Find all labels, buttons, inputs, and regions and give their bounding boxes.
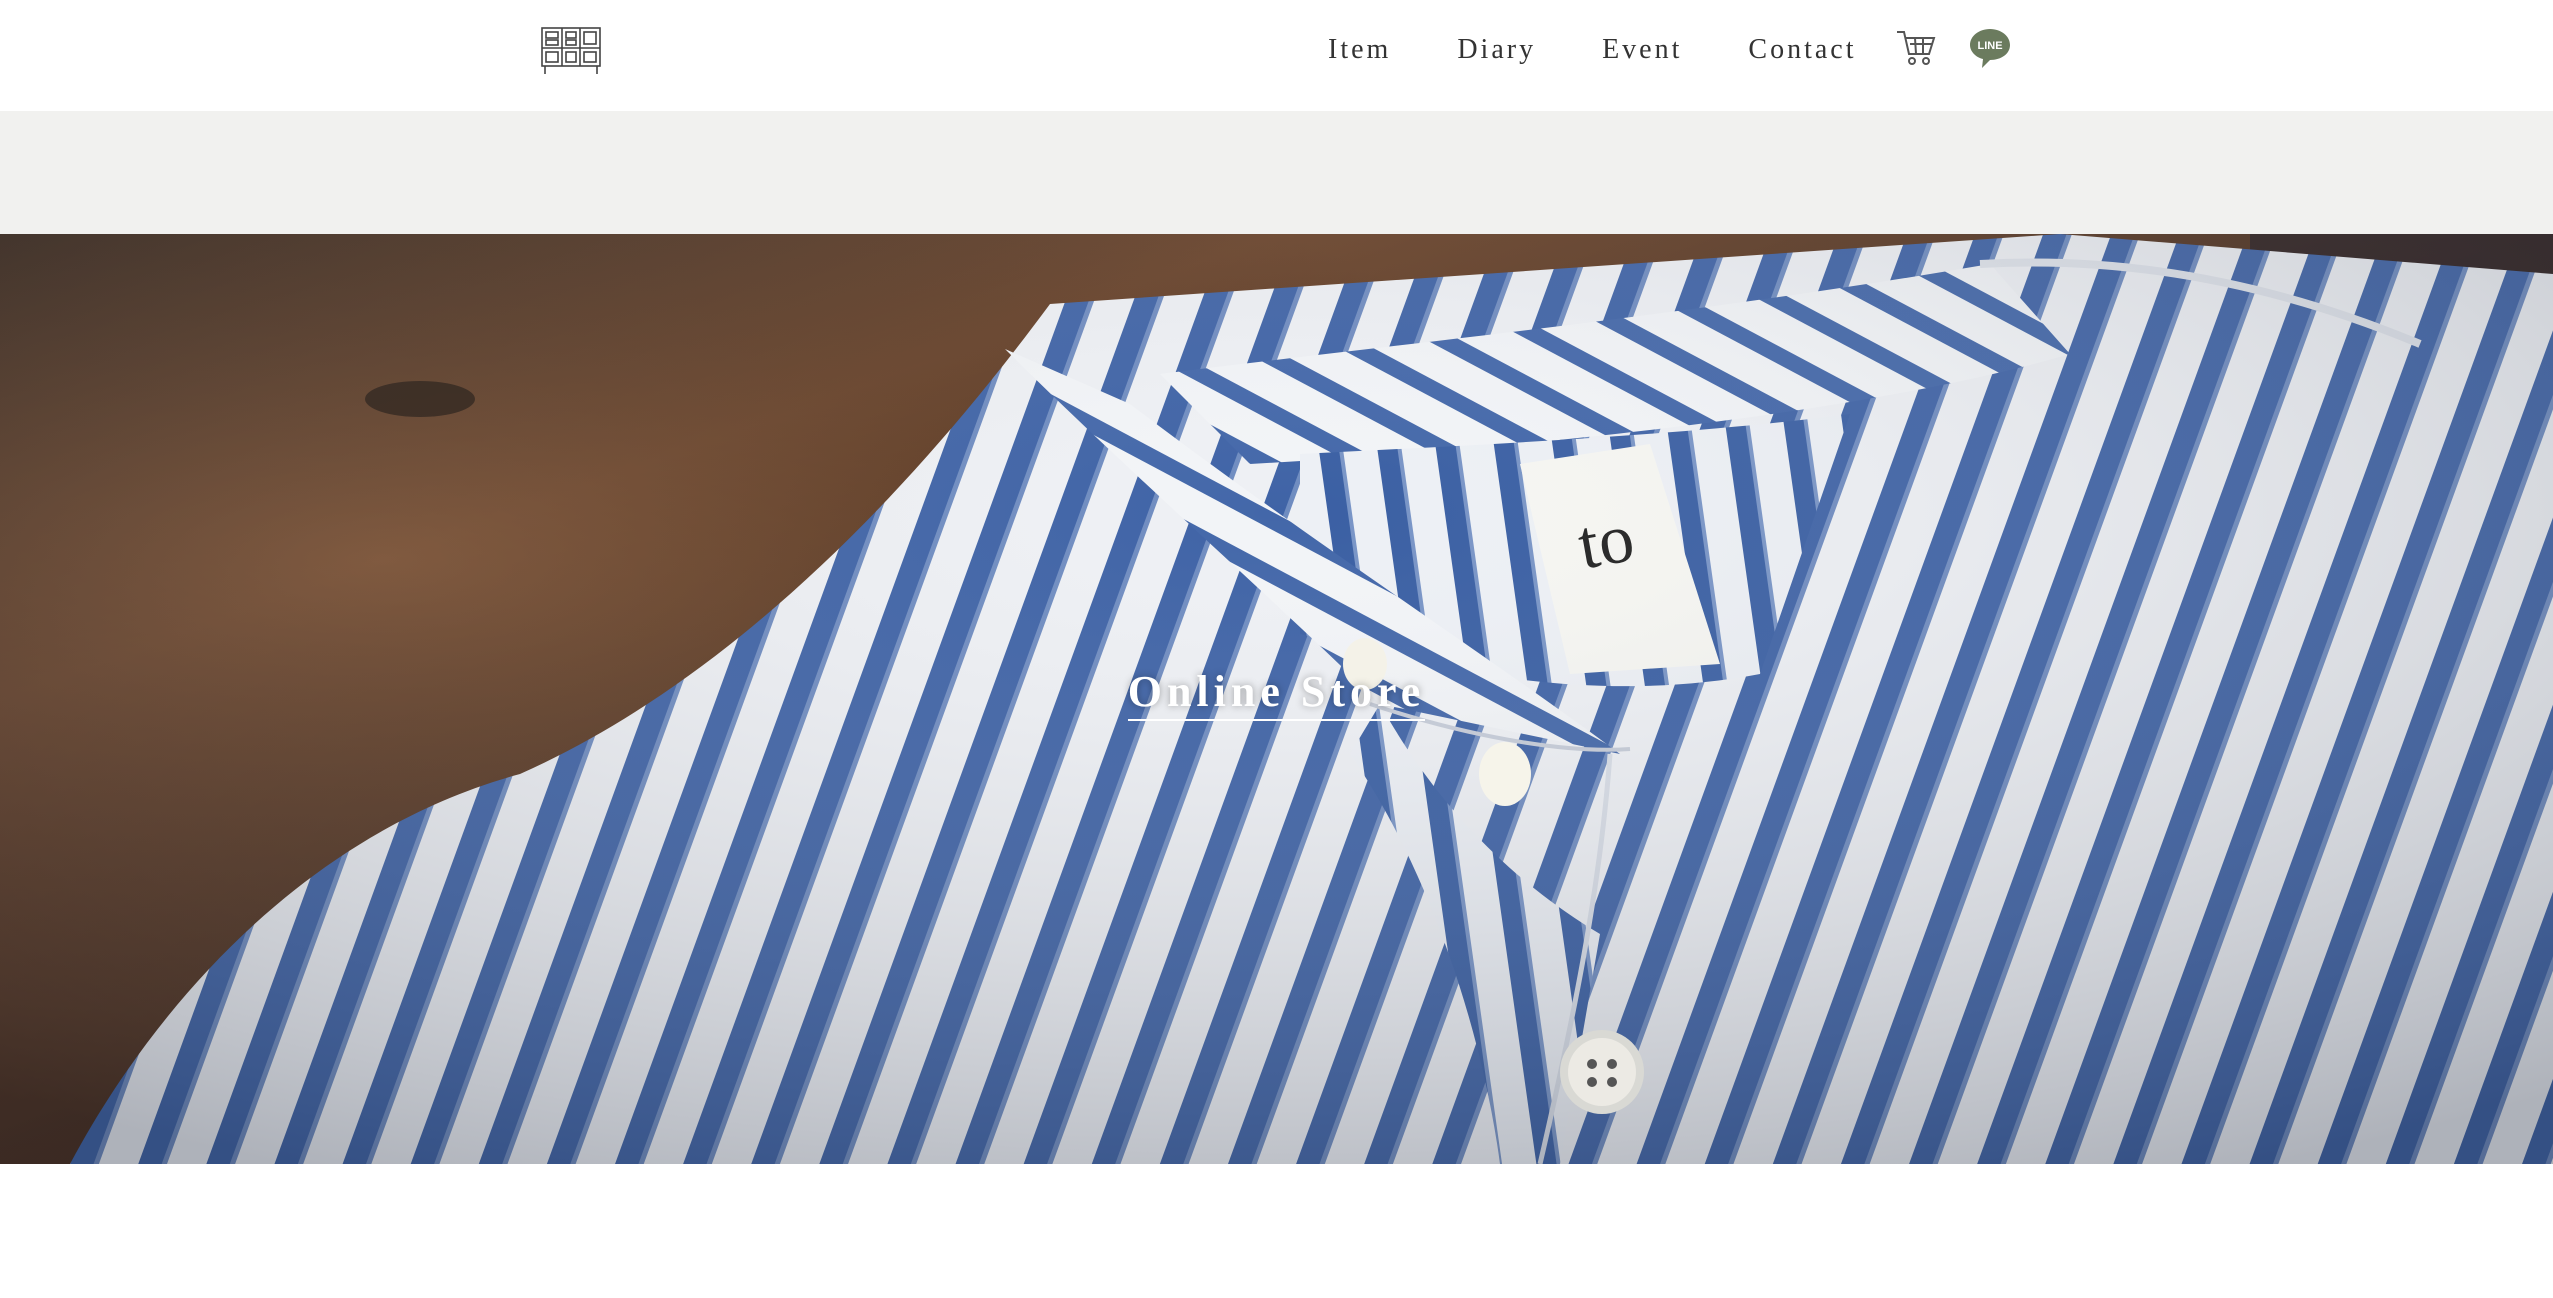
hero-banner: to Online Store [0, 234, 2553, 1164]
header-spacer-band [0, 111, 2553, 234]
nav-event[interactable]: Event [1602, 34, 1682, 66]
shopping-cart-icon[interactable] [1895, 26, 1937, 68]
content-area [0, 1164, 2553, 1298]
nav-contact[interactable]: Contact [1748, 34, 1856, 66]
hero-title-wrap: Online Store [0, 666, 2553, 721]
site-header: Item Diary Event Contact LINE [0, 0, 2553, 111]
line-chat-icon[interactable]: LINE [1968, 26, 2012, 70]
nav-diary[interactable]: Diary [1457, 34, 1536, 66]
line-label: LINE [1977, 40, 2002, 52]
online-store-link[interactable]: Online Store [1127, 666, 1426, 721]
drawer-cabinet-icon[interactable] [540, 26, 602, 76]
nav-item[interactable]: Item [1328, 34, 1391, 66]
main-nav: Item Diary Event Contact [1290, 0, 1922, 100]
